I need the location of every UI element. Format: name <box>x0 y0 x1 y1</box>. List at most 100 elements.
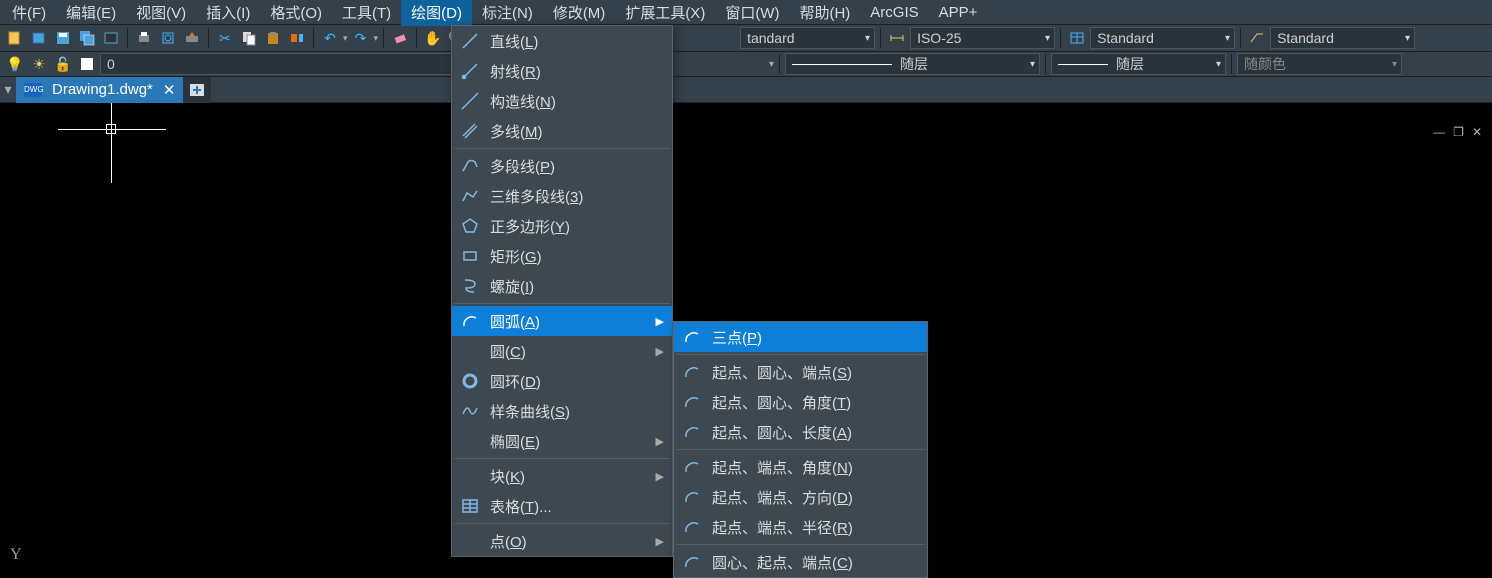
lock-icon[interactable]: 🔓 <box>52 53 74 75</box>
text-style-value: tandard <box>747 30 794 46</box>
print-icon[interactable] <box>133 27 155 49</box>
tablestyle-icon[interactable] <box>1066 27 1088 49</box>
linetype-dropdown[interactable]: 随层 ▾ <box>785 53 1040 75</box>
preview-icon[interactable] <box>157 27 179 49</box>
menu-view[interactable]: 视图(V) <box>126 0 196 26</box>
menu-express[interactable]: 扩展工具(X) <box>615 0 715 26</box>
draw-menu-item[interactable]: 直线(L) <box>452 26 672 56</box>
main-toolbar: ✂ ↶ ▾ ↷ ▾ ✋ 🔍 tandard▾ ISO-25▾ Standard▾… <box>0 25 1492 52</box>
layer-toolbar: 💡 ☀ 🔓 0 ▾ 随层 ▾ 随层 ▾ 随颜色 ▾ <box>0 52 1492 77</box>
erase-icon[interactable] <box>389 27 411 49</box>
menu-insert[interactable]: 插入(I) <box>196 0 260 26</box>
draw-menu-item[interactable]: 椭圆(E)▶ <box>452 426 672 456</box>
file-tab-active[interactable]: DWG Drawing1.dwg* ✕ <box>16 77 183 103</box>
cut-icon[interactable]: ✂ <box>214 27 236 49</box>
menu-window[interactable]: 窗口(W) <box>715 0 789 26</box>
bulb-icon[interactable]: 💡 <box>4 53 26 75</box>
draw-menu-panel: 直线(L) 射线(R) 构造线(N)多线(M) 多段线(P) 三维多段线(3) 正多边形(… <box>451 25 673 557</box>
menu-item-label: 射线(R) <box>490 61 664 82</box>
menu-item-label: 矩形(G) <box>490 246 664 267</box>
paste-icon[interactable] <box>262 27 284 49</box>
match-icon[interactable] <box>286 27 308 49</box>
dim-style-dropdown[interactable]: ISO-25▾ <box>910 27 1055 49</box>
polygon-icon <box>460 216 480 236</box>
text-style-dropdown[interactable]: tandard▾ <box>740 27 875 49</box>
draw-menu-item[interactable]: 点(O)▶ <box>452 526 672 556</box>
mleader-style-dropdown[interactable]: Standard▾ <box>1270 27 1415 49</box>
close-tab-icon[interactable]: ✕ <box>163 81 176 99</box>
table-style-dropdown[interactable]: Standard▾ <box>1090 27 1235 49</box>
arc-submenu-item[interactable]: 起点、圆心、长度(A) <box>674 417 927 447</box>
plotcolor-dropdown[interactable]: 随颜色 ▾ <box>1237 53 1402 75</box>
menu-dimension[interactable]: 标注(N) <box>472 0 543 26</box>
tab-list-dropdown-icon[interactable]: ▾ <box>0 77 16 103</box>
redo-icon[interactable]: ↷ <box>350 27 372 49</box>
sun-icon[interactable]: ☀ <box>28 53 50 75</box>
saveas-icon[interactable] <box>76 27 98 49</box>
menu-item-label: 三维多段线(3) <box>490 186 664 207</box>
draw-menu-item[interactable]: 多段线(P) <box>452 151 672 181</box>
menu-edit[interactable]: 编辑(E) <box>56 0 126 26</box>
line-icon <box>460 31 480 51</box>
menu-item-label: 起点、圆心、角度(T) <box>712 392 919 413</box>
menu-help[interactable]: 帮助(H) <box>789 0 860 26</box>
draw-menu-item[interactable]: 多线(M) <box>452 116 672 146</box>
file-tab-bar: ▾ DWG Drawing1.dwg* ✕ <box>0 77 1492 103</box>
copy-icon[interactable] <box>238 27 260 49</box>
save-icon[interactable] <box>52 27 74 49</box>
new-tab-button[interactable] <box>183 77 211 103</box>
menu-appplus[interactable]: APP+ <box>929 1 988 24</box>
menu-item-label: 正多边形(Y) <box>490 216 664 237</box>
arc-icon <box>682 517 702 537</box>
arc-submenu-item[interactable]: 圆心、起点、端点(C) <box>674 547 927 577</box>
arc-submenu-item[interactable]: 起点、端点、方向(D) <box>674 482 927 512</box>
restore-icon[interactable]: ❐ <box>1453 125 1464 139</box>
minimize-icon[interactable]: — <box>1433 125 1445 139</box>
menu-modify[interactable]: 修改(M) <box>543 0 616 26</box>
draw-menu-item[interactable]: 样条曲线(S) <box>452 396 672 426</box>
file-tab-label: Drawing1.dwg* <box>52 81 153 98</box>
draw-menu-item[interactable]: 螺旋(I) <box>452 271 672 301</box>
menu-item-label: 起点、端点、角度(N) <box>712 457 919 478</box>
layer-color-icon[interactable] <box>76 53 98 75</box>
menu-item-label: 起点、端点、方向(D) <box>712 487 919 508</box>
draw-menu-item[interactable]: 圆弧(A)▶ <box>452 306 672 336</box>
menu-draw[interactable]: 绘图(D) <box>401 0 472 26</box>
draw-menu-item[interactable]: 圆环(D) <box>452 366 672 396</box>
arc-icon <box>682 422 702 442</box>
arc-submenu-item[interactable]: 起点、端点、半径(R) <box>674 512 927 542</box>
shell-icon[interactable] <box>100 27 122 49</box>
draw-menu-item[interactable]: 射线(R) <box>452 56 672 86</box>
arc-submenu-item[interactable]: 三点(P) <box>674 322 927 352</box>
draw-menu-item[interactable]: 正多边形(Y) <box>452 211 672 241</box>
draw-menu-item[interactable]: 矩形(G) <box>452 241 672 271</box>
dimstyle-icon[interactable] <box>886 27 908 49</box>
arc-submenu-item[interactable]: 起点、端点、角度(N) <box>674 452 927 482</box>
arc-submenu-item[interactable]: 起点、圆心、角度(T) <box>674 387 927 417</box>
mleaderstyle-icon[interactable] <box>1246 27 1268 49</box>
draw-menu-item[interactable]: 表格(T)... <box>452 491 672 521</box>
dim-style-value: ISO-25 <box>917 30 961 46</box>
draw-menu-item[interactable]: 构造线(N) <box>452 86 672 116</box>
menu-format[interactable]: 格式(O) <box>260 0 332 26</box>
lineweight-dropdown[interactable]: 随层 ▾ <box>1051 53 1226 75</box>
undo-icon[interactable]: ↶ <box>319 27 341 49</box>
menubar: 件(F) 编辑(E) 视图(V) 插入(I) 格式(O) 工具(T) 绘图(D)… <box>0 0 1492 25</box>
menu-item-label: 多段线(P) <box>490 156 664 177</box>
draw-menu-item[interactable]: 块(K)▶ <box>452 461 672 491</box>
new-icon[interactable] <box>4 27 26 49</box>
menu-item-label: 三点(P) <box>712 327 919 348</box>
close-icon[interactable]: ✕ <box>1472 125 1482 139</box>
menu-tools[interactable]: 工具(T) <box>332 0 401 26</box>
menu-item-label: 起点、圆心、端点(S) <box>712 362 919 383</box>
menu-arcgis[interactable]: ArcGIS <box>860 1 928 24</box>
arc-submenu-item[interactable]: 起点、圆心、端点(S) <box>674 357 927 387</box>
layer-dropdown[interactable]: 0 <box>100 53 460 75</box>
menu-file[interactable]: 件(F) <box>2 0 56 26</box>
pan-icon[interactable]: ✋ <box>422 27 444 49</box>
draw-menu-item[interactable]: 三维多段线(3) <box>452 181 672 211</box>
draw-menu-item[interactable]: 圆(C)▶ <box>452 336 672 366</box>
open-icon[interactable] <box>28 27 50 49</box>
arc-icon <box>682 392 702 412</box>
publish-icon[interactable] <box>181 27 203 49</box>
